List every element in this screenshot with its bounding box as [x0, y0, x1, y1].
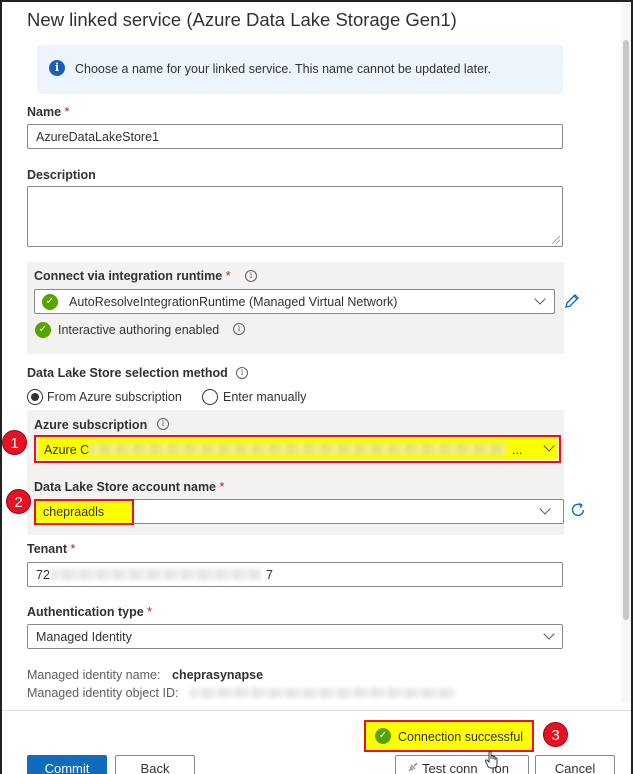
tenant-redacted — [51, 569, 261, 580]
mi-name-label: Managed identity name: — [27, 668, 161, 682]
authoring-status: Interactive authoring enabled — [58, 323, 220, 337]
test-connection-button[interactable]: Test conn ion — [395, 755, 529, 774]
name-label: Name * — [27, 105, 70, 119]
footer-divider — [2, 710, 631, 711]
refresh-icon[interactable] — [569, 501, 587, 519]
connection-check-icon: ✓ — [375, 728, 391, 744]
subscription-info-icon[interactable]: i — [157, 418, 169, 430]
name-input[interactable]: AzureDataLakeStore1 — [27, 124, 563, 149]
resize-grip-icon[interactable] — [552, 236, 560, 244]
runtime-select[interactable]: AutoResolveIntegrationRuntime (Managed V… — [34, 289, 555, 314]
account-label: Data Lake Store account name * — [34, 480, 225, 494]
auth-type-select[interactable]: Managed Identity — [27, 624, 563, 649]
radio-from-subscription[interactable] — [27, 389, 43, 405]
subscription-label: Azure subscription — [34, 418, 148, 432]
authoring-check-icon: ✓ — [35, 322, 51, 338]
callout-3-badge: 3 — [543, 722, 568, 747]
callout-2-badge: 2 — [6, 489, 31, 514]
info-icon: i — [49, 60, 65, 76]
mi-object-id-redacted — [190, 688, 455, 698]
description-label: Description — [27, 168, 96, 182]
description-textarea[interactable] — [27, 186, 563, 247]
selection-info-icon[interactable]: i — [236, 367, 248, 379]
tenant-label: Tenant * — [27, 542, 76, 556]
radio-enter-manually[interactable] — [202, 389, 218, 405]
radio-from-subscription-label[interactable]: From Azure subscription — [47, 390, 182, 404]
test-connection-label-left: Test conn — [422, 760, 478, 774]
connection-status-text: Connection successful — [398, 730, 524, 744]
subscription-value-prefix: Azure C — [44, 443, 90, 457]
selection-method-label: Data Lake Store selection method — [27, 366, 228, 380]
dialog-frame — [0, 0, 633, 774]
back-button[interactable]: Back — [115, 755, 195, 774]
commit-button[interactable]: Commit — [27, 755, 107, 774]
authoring-info-icon[interactable]: i — [233, 323, 245, 335]
tenant-value-suffix: 7 — [266, 568, 273, 582]
subscription-value-suffix: ... — [512, 443, 523, 457]
hand-cursor-icon — [484, 750, 500, 770]
plug-icon — [404, 760, 422, 774]
callout-1-badge: 1 — [2, 430, 27, 455]
dialog-title: New linked service (Azure Data Lake Stor… — [27, 9, 457, 30]
auth-type-label: Authentication type * — [27, 605, 153, 619]
radio-enter-manually-label[interactable]: Enter manually — [223, 390, 306, 404]
pencil-icon[interactable] — [563, 292, 581, 310]
scrollbar-thumb[interactable] — [623, 40, 629, 620]
runtime-label: Connect via integration runtime * — [34, 269, 231, 283]
check-circle-icon: ✓ — [42, 294, 58, 310]
cancel-button[interactable]: Cancel — [535, 755, 615, 774]
runtime-info-icon[interactable]: i — [245, 270, 257, 282]
mi-name-value: cheprasynapse — [172, 668, 264, 682]
account-value: chepraadls — [43, 505, 105, 519]
info-bar-text: Choose a name for your linked service. T… — [75, 62, 491, 76]
mi-object-id-label: Managed identity object ID: — [27, 686, 179, 700]
subscription-redacted — [88, 443, 506, 455]
tenant-value-prefix: 72 — [36, 568, 50, 582]
